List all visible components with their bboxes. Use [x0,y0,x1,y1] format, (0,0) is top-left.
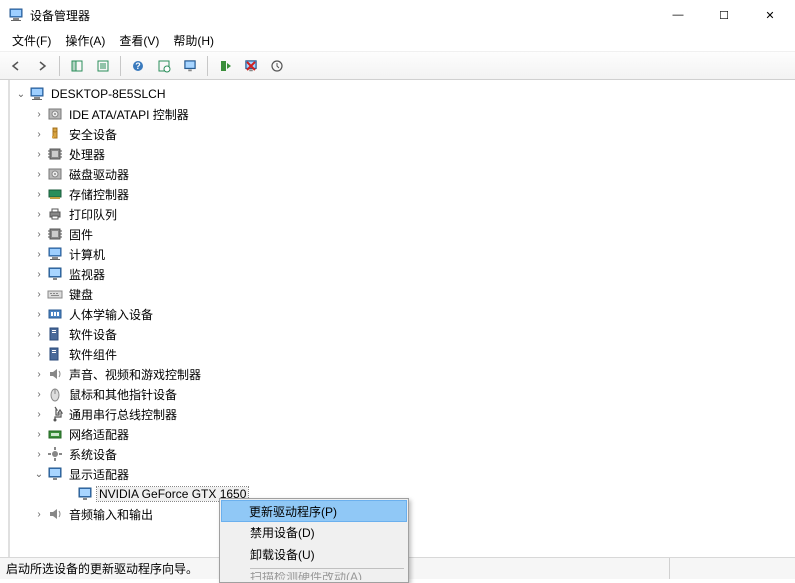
menu-view[interactable]: 查看(V) [113,30,165,51]
category-software-devices[interactable]: ›软件设备 [10,324,795,344]
usb-icon [47,406,63,422]
window-title: 设备管理器 [30,7,90,24]
network-icon [47,426,63,442]
menu-file[interactable]: 文件(F) [6,30,57,51]
menu-help[interactable]: 帮助(H) [167,30,220,51]
software-icon [47,346,63,362]
software-icon [47,326,63,342]
scan-button[interactable] [152,55,176,77]
category-security[interactable]: ›安全设备 [10,124,795,144]
minimize-button[interactable]: — [655,0,701,30]
status-text: 启动所选设备的更新驱动程序向导。 [6,560,198,577]
app-icon [8,7,24,23]
category-network[interactable]: ›网络适配器 [10,424,795,444]
chip-icon [47,226,63,242]
expand-icon[interactable]: › [32,167,46,181]
monitor-icon [77,486,93,502]
expand-icon[interactable]: › [32,187,46,201]
forward-button[interactable] [30,55,54,77]
category-ide[interactable]: ›IDE ATA/ATAPI 控制器 [10,104,795,124]
toolbar-separator [120,56,121,76]
expand-icon[interactable]: › [32,247,46,261]
expand-icon[interactable]: › [32,107,46,121]
close-button[interactable]: ✕ [747,0,793,30]
mouse-icon [47,386,63,402]
speaker-icon [47,506,63,522]
expand-icon[interactable]: › [32,327,46,341]
expand-icon[interactable]: › [32,287,46,301]
menu-item-uninstall-device[interactable]: 卸载设备(U) [222,543,406,565]
title-bar: 设备管理器 — ☐ ✕ [0,0,795,30]
category-disk[interactable]: ›磁盘驱动器 [10,164,795,184]
expand-icon[interactable]: › [32,347,46,361]
expand-icon[interactable]: › [32,207,46,221]
device-manager-window: 设备管理器 — ☐ ✕ 文件(F) 操作(A) 查看(V) 帮助(H) ? [0,0,795,579]
menu-item-update-driver[interactable]: 更新驱动程序(P) [221,500,407,522]
category-usb[interactable]: ›通用串行总线控制器 [10,404,795,424]
properties-button[interactable] [91,55,115,77]
update-driver-toolbar-button[interactable] [178,55,202,77]
maximize-button[interactable]: ☐ [701,0,747,30]
menu-item-disable-device[interactable]: 禁用设备(D) [222,521,406,543]
expand-icon[interactable]: › [32,147,46,161]
category-system[interactable]: ›系统设备 [10,444,795,464]
hid-icon [47,306,63,322]
category-mouse[interactable]: ›鼠标和其他指针设备 [10,384,795,404]
show-hide-tree-button[interactable] [65,55,89,77]
expand-icon[interactable]: › [32,387,46,401]
category-print[interactable]: ›打印队列 [10,204,795,224]
scan-hardware-button[interactable] [265,55,289,77]
gear-icon [47,446,63,462]
chip-icon [47,146,63,162]
collapse-icon[interactable]: ⌄ [32,467,46,481]
uninstall-device-button[interactable] [239,55,263,77]
tree-root-computer[interactable]: ⌄ DESKTOP-8E5SLCH [10,84,795,104]
status-spacer [669,558,789,579]
category-keyboard[interactable]: ›键盘 [10,284,795,304]
category-display[interactable]: ⌄显示适配器 [10,464,795,484]
speaker-icon [47,366,63,382]
menu-bar: 文件(F) 操作(A) 查看(V) 帮助(H) [0,30,795,52]
computer-icon [29,86,45,102]
expand-icon[interactable]: › [32,427,46,441]
expand-icon[interactable]: › [32,407,46,421]
category-audio-game[interactable]: ›声音、视频和游戏控制器 [10,364,795,384]
expand-icon[interactable]: › [32,127,46,141]
help-button[interactable]: ? [126,55,150,77]
expand-icon[interactable]: › [32,267,46,281]
expand-icon[interactable]: › [32,367,46,381]
card-icon [47,186,63,202]
expand-icon[interactable]: › [32,227,46,241]
tool-bar: ? [0,52,795,80]
toolbar-separator [59,56,60,76]
svg-text:?: ? [135,61,141,71]
computer-icon [47,246,63,262]
collapse-icon[interactable]: ⌄ [14,87,28,101]
left-split-gutter[interactable] [0,80,10,557]
disk-icon [47,106,63,122]
keyboard-icon [47,286,63,302]
category-storage-ctrl[interactable]: ›存储控制器 [10,184,795,204]
menu-action[interactable]: 操作(A) [59,30,111,51]
category-firmware[interactable]: ›固件 [10,224,795,244]
expand-icon[interactable]: › [32,307,46,321]
toolbar-separator [207,56,208,76]
device-tree[interactable]: ⌄ DESKTOP-8E5SLCH ›IDE ATA/ATAPI 控制器 ›安全… [10,80,795,557]
context-menu: 更新驱动程序(P) 禁用设备(D) 卸载设备(U) 扫描检测硬件改动(A) [219,498,409,583]
category-hid[interactable]: ›人体学输入设备 [10,304,795,324]
key-icon [47,126,63,142]
disk-icon [47,166,63,182]
menu-separator [250,568,404,569]
printer-icon [47,206,63,222]
category-cpu[interactable]: ›处理器 [10,144,795,164]
monitor-icon [47,266,63,282]
enable-device-button[interactable] [213,55,237,77]
back-button[interactable] [4,55,28,77]
category-monitor[interactable]: ›监视器 [10,264,795,284]
expand-icon[interactable]: › [32,507,46,521]
category-computer[interactable]: ›计算机 [10,244,795,264]
monitor-icon [47,466,63,482]
expand-icon[interactable]: › [32,447,46,461]
category-software-components[interactable]: ›软件组件 [10,344,795,364]
